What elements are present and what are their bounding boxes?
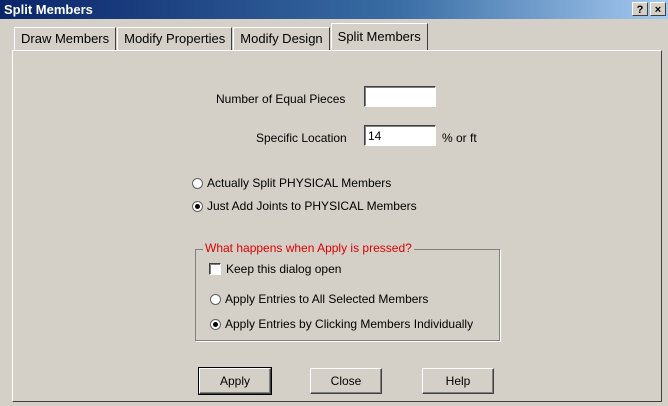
split-members-dialog: Split Members ? × Draw Members Modify Pr… xyxy=(0,0,668,406)
apply-all-radio[interactable]: Apply Entries to All Selected Members xyxy=(210,292,428,306)
close-button[interactable]: Close xyxy=(310,368,382,394)
apply-click-label: Apply Entries by Clicking Members Indivi… xyxy=(225,317,474,331)
title-buttons: ? × xyxy=(632,2,666,16)
apply-click-radio[interactable]: Apply Entries by Clicking Members Indivi… xyxy=(210,317,473,331)
close-title-button[interactable]: × xyxy=(650,2,666,16)
tab-draw-members[interactable]: Draw Members xyxy=(14,27,117,50)
equal-pieces-input[interactable] xyxy=(364,86,436,107)
dialog-title: Split Members xyxy=(4,2,93,17)
actually-split-radio[interactable]: Actually Split PHYSICAL Members xyxy=(192,176,391,190)
apply-button[interactable]: Apply xyxy=(198,367,272,395)
apply-group-legend: What happens when Apply is pressed? xyxy=(203,241,414,255)
help-button[interactable]: Help xyxy=(422,368,494,394)
apply-all-label: Apply Entries to All Selected Members xyxy=(225,292,429,306)
just-add-joints-label: Just Add Joints to PHYSICAL Members xyxy=(207,199,417,213)
tab-split-members[interactable]: Split Members xyxy=(330,23,428,50)
equal-pieces-label: Number of Equal Pieces xyxy=(216,92,346,106)
keep-open-label: Keep this dialog open xyxy=(226,262,342,276)
radio-selected-icon xyxy=(210,318,221,330)
checkbox-icon xyxy=(209,263,221,275)
location-unit-label: % or ft xyxy=(442,131,477,145)
specific-location-input[interactable] xyxy=(364,125,436,146)
tab-modify-properties[interactable]: Modify Properties xyxy=(117,27,233,50)
tab-strip: Draw Members Modify Properties Modify De… xyxy=(14,23,429,50)
help-title-button[interactable]: ? xyxy=(632,2,648,16)
radio-selected-icon xyxy=(192,200,203,212)
actually-split-label: Actually Split PHYSICAL Members xyxy=(207,176,392,190)
just-add-joints-radio[interactable]: Just Add Joints to PHYSICAL Members xyxy=(192,199,417,213)
title-bar: Split Members ? × xyxy=(0,0,668,19)
specific-location-label: Specific Location xyxy=(256,131,347,145)
tab-modify-design[interactable]: Modify Design xyxy=(233,27,330,50)
radio-icon xyxy=(192,177,203,189)
keep-open-checkbox[interactable]: Keep this dialog open xyxy=(209,262,341,276)
radio-icon xyxy=(210,293,221,305)
